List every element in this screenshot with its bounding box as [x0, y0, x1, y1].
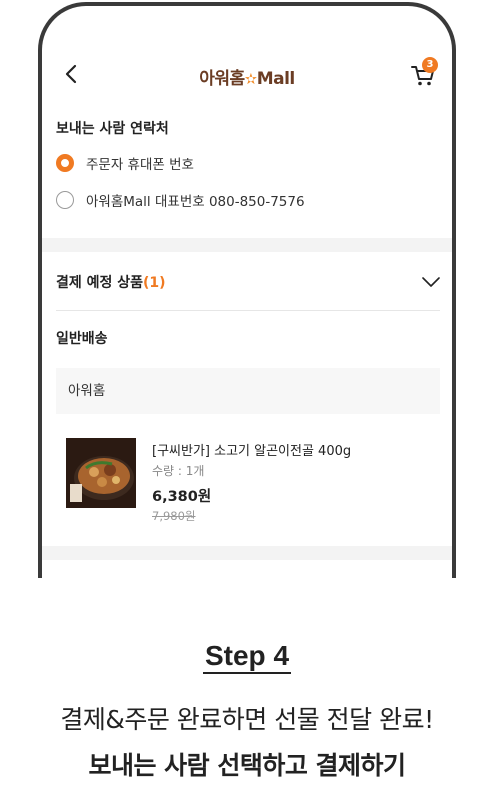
- shipping-type: 일반배송: [56, 331, 108, 347]
- logo-text: 아워홈: [199, 69, 245, 89]
- product-original-price: 7,980원: [152, 509, 196, 523]
- seller-name: 아워홈: [56, 368, 440, 414]
- cart-count-badge: 3: [422, 57, 438, 73]
- radio-option-orderer-phone[interactable]: 주문자 휴대폰 번호: [56, 151, 194, 175]
- caption-line-2: 보내는 사람 선택하고 결제하기: [88, 751, 406, 780]
- app-screen: 아워홈✫Mall 3 보내는 사람 연락처 주문자 휴대폰 번호 아워홈Mall…: [42, 6, 452, 578]
- step-heading: Step 4: [0, 640, 494, 674]
- radio-unselected-icon[interactable]: [56, 191, 74, 209]
- brand-logo[interactable]: 아워홈✫Mall: [42, 64, 452, 89]
- order-items-label: 결제 예정 상품(1): [56, 275, 166, 291]
- chevron-down-icon[interactable]: [422, 277, 440, 287]
- app-header: 아워홈✫Mall 3: [42, 52, 452, 96]
- radio-selected-icon[interactable]: [56, 154, 74, 172]
- radio-label: 아워홈Mall 대표번호 080-850-7576: [86, 194, 305, 210]
- caption-line-1: 결제&주문 완료하면 선물 전달 완료!: [60, 705, 434, 734]
- section-gap: [42, 238, 452, 252]
- phone-frame: 아워홈✫Mall 3 보내는 사람 연락처 주문자 휴대폰 번호 아워홈Mall…: [38, 2, 456, 578]
- product-name[interactable]: [구씨반가] 소고기 알곤이전골 400g: [152, 440, 351, 459]
- sender-contact-title: 보내는 사람 연락처: [56, 121, 169, 137]
- product-price: 6,380원: [152, 489, 212, 505]
- radio-label: 주문자 휴대폰 번호: [86, 157, 194, 173]
- logo-star-icon: ✫: [244, 70, 258, 88]
- order-items-count: (1): [143, 275, 166, 291]
- radio-option-mall-number[interactable]: 아워홈Mall 대표번호 080-850-7576: [56, 188, 305, 212]
- logo-suffix: Mall: [256, 69, 296, 89]
- product-quantity: 수량 : 1개: [152, 464, 205, 478]
- section-gap: [42, 546, 452, 560]
- order-items-toggle[interactable]: 결제 예정 상품(1): [56, 266, 440, 298]
- product-image[interactable]: [66, 438, 136, 508]
- divider: [56, 310, 440, 311]
